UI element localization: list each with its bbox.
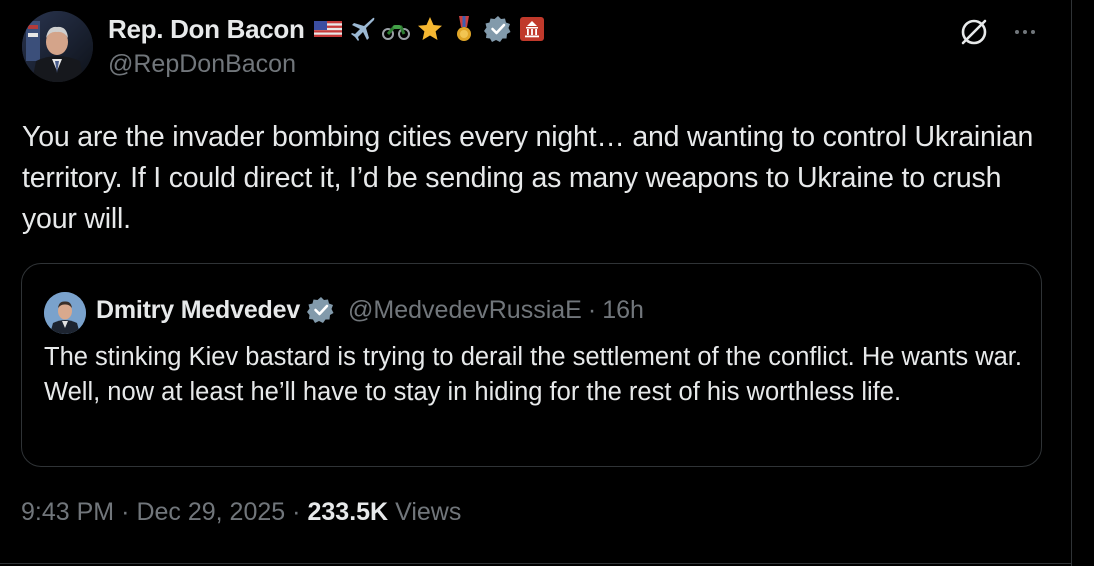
verified-badge-icon bbox=[483, 14, 513, 44]
quoted-tweet[interactable]: Dmitry Medvedev @MedvedevRussiaE · 16h T… bbox=[21, 263, 1042, 467]
medal-icon bbox=[449, 14, 479, 44]
motorcycle-icon bbox=[381, 14, 411, 44]
views-count[interactable]: 233.5K bbox=[307, 498, 388, 527]
quoted-header: Dmitry Medvedev @MedvedevRussiaE · 16h bbox=[96, 292, 644, 328]
grok-icon[interactable] bbox=[957, 15, 991, 49]
airplane-icon bbox=[347, 14, 377, 44]
views-label: Views bbox=[395, 498, 462, 526]
government-building-icon bbox=[517, 14, 547, 44]
tweet-time[interactable]: 9:43 PM bbox=[21, 498, 114, 527]
tweet-date[interactable]: Dec 29, 2025 bbox=[136, 498, 285, 527]
quoted-timestamp[interactable]: 16h bbox=[602, 296, 644, 325]
author-avatar[interactable] bbox=[22, 11, 93, 82]
author-badges bbox=[313, 14, 547, 44]
separator-dot: · bbox=[587, 295, 597, 324]
star-icon bbox=[415, 14, 445, 44]
separator-dot: · bbox=[121, 498, 130, 526]
author-handle[interactable]: @RepDonBacon bbox=[108, 50, 547, 79]
column-divider bbox=[1071, 0, 1072, 566]
us-flag-icon bbox=[313, 14, 343, 44]
quoted-author-avatar bbox=[44, 292, 86, 334]
tweet-detail: Rep. Don Bacon @RepDonBacon You are the … bbox=[0, 0, 1094, 566]
author-display-name[interactable]: Rep. Don Bacon bbox=[108, 14, 305, 45]
quoted-display-name[interactable]: Dmitry Medvedev bbox=[96, 296, 300, 325]
tweet-text: You are the invader bombing cities every… bbox=[22, 121, 1034, 235]
separator-dot: · bbox=[292, 498, 301, 526]
quoted-handle[interactable]: @MedvedevRussiaE bbox=[348, 296, 582, 325]
tweet-meta: 9:43 PM · Dec 29, 2025 · 233.5K Views bbox=[21, 498, 461, 527]
more-options-icon[interactable] bbox=[1008, 15, 1042, 49]
quoted-text: The stinking Kiev bastard is trying to d… bbox=[44, 343, 1022, 406]
verified-badge-icon bbox=[307, 297, 334, 323]
author-header: Rep. Don Bacon @RepDonBacon bbox=[108, 12, 547, 79]
bottom-divider bbox=[0, 563, 1071, 564]
